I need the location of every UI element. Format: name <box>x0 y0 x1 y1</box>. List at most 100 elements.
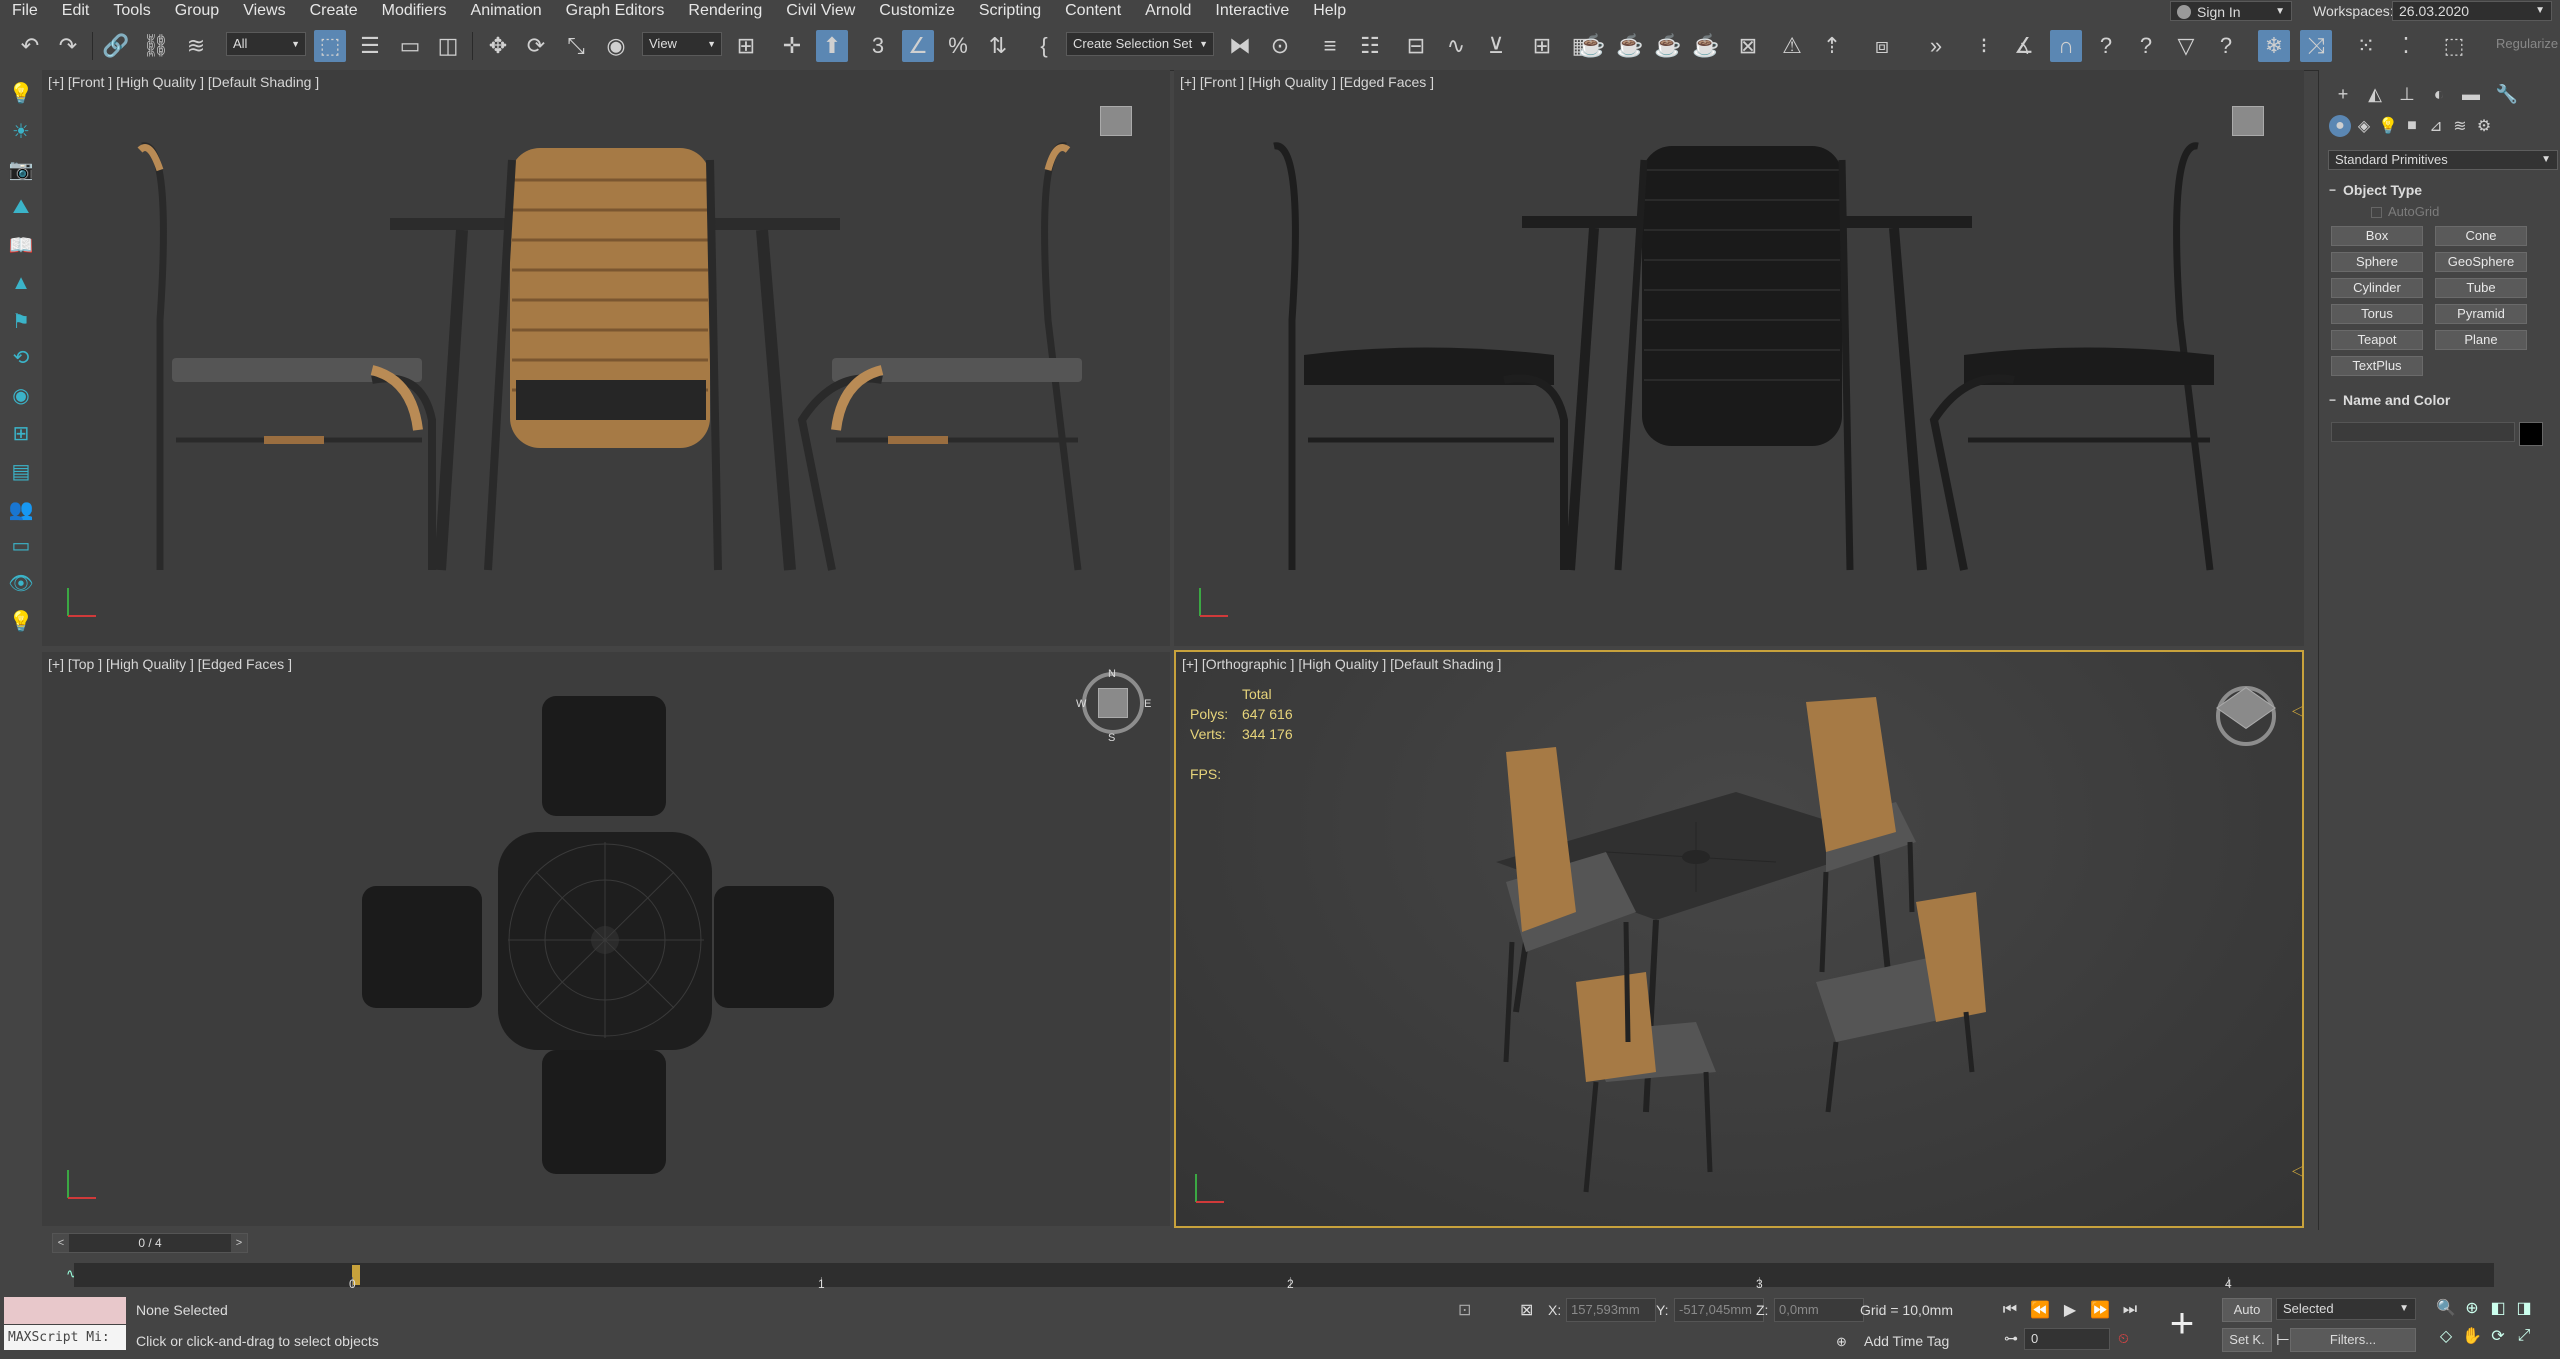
orbit-icon[interactable]: ⟳ <box>2486 1324 2510 1348</box>
rendered-frame-icon[interactable]: ☕ <box>1614 30 1646 62</box>
object-type-rollout[interactable]: − Object Type <box>2325 180 2555 200</box>
snap-3d-icon[interactable]: 3 <box>862 30 894 62</box>
add-time-tag[interactable]: Add Time Tag <box>1864 1333 1949 1349</box>
curve-editor-icon[interactable]: ∿ <box>1440 30 1472 62</box>
plane-button[interactable]: Plane <box>2435 330 2527 350</box>
regularize-label[interactable]: Regularize <box>2496 36 2558 51</box>
link-icon[interactable]: 🔗 <box>100 30 132 62</box>
previous-frame-icon[interactable]: ⏪ <box>2028 1298 2052 1322</box>
snap-settings-icon[interactable]: ? <box>2090 30 2122 62</box>
undo-icon[interactable]: ↶ <box>14 30 46 62</box>
menu-scripting[interactable]: Scripting <box>967 0 1053 22</box>
placement-icon[interactable]: ◉ <box>600 30 632 62</box>
maxscript-output[interactable] <box>4 1297 126 1324</box>
absolute-mode-icon[interactable]: ⊠ <box>1520 1300 1533 1320</box>
time-slider-next[interactable]: > <box>231 1234 247 1252</box>
key-filters-icon[interactable]: ⊢ <box>2276 1330 2290 1350</box>
scale-icon[interactable]: ⤡ <box>560 30 592 62</box>
menu-customize[interactable]: Customize <box>867 0 967 22</box>
selection-filter-dropdown[interactable]: All ▼ <box>226 32 306 56</box>
maxscript-input[interactable]: MAXScript Mi: <box>4 1325 126 1350</box>
warning-icon[interactable]: ⚠ <box>1776 30 1808 62</box>
set-key-button[interactable]: Set K. <box>2222 1328 2272 1352</box>
zoom-extents-icon[interactable]: ◧ <box>2486 1296 2510 1320</box>
x-coordinate-field[interactable]: 157,593mm <box>1566 1298 1656 1322</box>
menu-content[interactable]: Content <box>1053 0 1133 22</box>
cone-button[interactable]: Cone <box>2435 226 2527 246</box>
people-icon[interactable]: 👥 <box>6 494 36 524</box>
percent-snap-icon[interactable]: % <box>942 30 974 62</box>
sign-in-dropdown[interactable]: Sign In ▼ <box>2170 1 2292 21</box>
tree-icon[interactable]: ▲ <box>6 268 36 298</box>
window-crossing-icon[interactable]: ◫ <box>432 30 464 62</box>
menu-edit[interactable]: Edit <box>50 0 102 22</box>
menu-animation[interactable]: Animation <box>459 0 554 22</box>
time-config-icon[interactable]: ⏲ <box>2118 1330 2129 1347</box>
create-tab-icon[interactable]: + <box>2331 82 2355 106</box>
edit-named-sets-icon[interactable]: { <box>1028 30 1060 62</box>
torus-button[interactable]: Torus <box>2331 304 2423 324</box>
motion-tab-icon[interactable]: ◐ <box>2427 82 2451 106</box>
set-key-big-icon[interactable]: + <box>2162 1298 2202 1348</box>
auto-key-button[interactable]: Auto <box>2222 1298 2272 1322</box>
viewport-top-edged[interactable]: [+] [Top ] [High Quality ] [Edged Faces … <box>42 652 1170 1226</box>
display-tab-icon[interactable]: ▬ <box>2459 82 2483 106</box>
menu-civil-view[interactable]: Civil View <box>774 0 867 22</box>
grid-icon[interactable]: ⁙ <box>2350 30 2382 62</box>
select-object-icon[interactable]: ⬚ <box>314 30 346 62</box>
current-frame-field[interactable]: 0 <box>2024 1328 2110 1350</box>
go-to-start-icon[interactable]: ⏮ <box>1998 1298 2022 1322</box>
play-icon[interactable]: ▶ <box>2058 1298 2082 1322</box>
filters-button[interactable]: Filters... <box>2290 1328 2416 1352</box>
track-bar[interactable]: 0 1 2 3 4 <box>74 1263 2494 1291</box>
menu-arnold[interactable]: Arnold <box>1133 0 1203 22</box>
unlink-icon[interactable]: ⛓ <box>140 30 172 62</box>
pivot-icon[interactable]: ⊞ <box>730 30 762 62</box>
primitive-category-dropdown[interactable]: Standard Primitives ▼ <box>2328 150 2558 170</box>
cylinder-button[interactable]: Cylinder <box>2331 278 2423 298</box>
viewport-front-edged[interactable]: [+] [Front ] [High Quality ] [Edged Face… <box>1174 70 2304 646</box>
space-warps-icon[interactable]: ≋ <box>2449 115 2471 137</box>
shapes-icon[interactable]: ◈ <box>2353 115 2375 137</box>
zoom-all-icon[interactable]: ⊕ <box>2460 1296 2484 1320</box>
panel-icon[interactable]: ▤ <box>6 456 36 486</box>
viewcube-icon[interactable] <box>1098 688 1128 718</box>
box-button[interactable]: Box <box>2331 226 2423 246</box>
go-to-end-icon[interactable]: ⏭ <box>2118 1298 2142 1322</box>
tube-button[interactable]: Tube <box>2435 278 2527 298</box>
menu-interactive[interactable]: Interactive <box>1203 0 1301 22</box>
utilities-tab-icon[interactable]: 🔧 <box>2495 82 2519 106</box>
cube-icon[interactable]: ◉ <box>6 380 36 410</box>
flag-icon[interactable]: ⚑ <box>6 306 36 336</box>
layout-icon[interactable]: ⊞ <box>6 418 36 448</box>
angle-tool-icon[interactable]: ∡ <box>2008 30 2040 62</box>
schematic-icon[interactable]: ⊞ <box>1526 30 1558 62</box>
mirror-icon[interactable]: ⧓ <box>1224 30 1256 62</box>
menu-modifiers[interactable]: Modifiers <box>370 0 459 22</box>
object-name-input[interactable] <box>2331 422 2515 442</box>
maxscript-listener[interactable]: MAXScript Mi: <box>4 1297 126 1351</box>
viewport-orthographic-active[interactable]: [+] [Orthographic ] [High Quality ] [Def… <box>1174 650 2304 1228</box>
workspace-grid-icon[interactable]: ⁚ <box>2390 30 2422 62</box>
menu-help[interactable]: Help <box>1301 0 1358 22</box>
terrain-icon[interactable]: ⛰ <box>6 192 36 222</box>
field-of-view-icon[interactable]: ◇ <box>2434 1324 2458 1348</box>
menu-views[interactable]: Views <box>231 0 297 22</box>
teapot-button[interactable]: Teapot <box>2331 330 2423 350</box>
snow-icon[interactable]: ❄ <box>2258 30 2290 62</box>
eye-icon[interactable]: 👁 <box>6 568 36 598</box>
viewcube-icon[interactable] <box>2232 106 2264 136</box>
render-setup-icon[interactable]: ☕ <box>1576 30 1608 62</box>
select-manipulate-icon[interactable]: ✛ <box>776 30 808 62</box>
textplus-button[interactable]: TextPlus <box>2331 356 2423 376</box>
arnold-render-view-icon[interactable]: ⧈ <box>1866 30 1898 62</box>
modify-tab-icon[interactable]: ◭ <box>2363 82 2387 106</box>
next-frame-icon[interactable]: ⏩ <box>2088 1298 2112 1322</box>
menu-rendering[interactable]: Rendering <box>676 0 774 22</box>
bulb-outline-icon[interactable]: 💡 <box>6 606 36 636</box>
align-icon[interactable]: ⊙ <box>1264 30 1296 62</box>
pan-icon[interactable]: ✋ <box>2460 1324 2484 1348</box>
render-iterative-icon[interactable]: ☕ <box>1690 30 1722 62</box>
menu-tools[interactable]: Tools <box>101 0 162 22</box>
cameras-icon[interactable]: ■ <box>2401 115 2423 137</box>
